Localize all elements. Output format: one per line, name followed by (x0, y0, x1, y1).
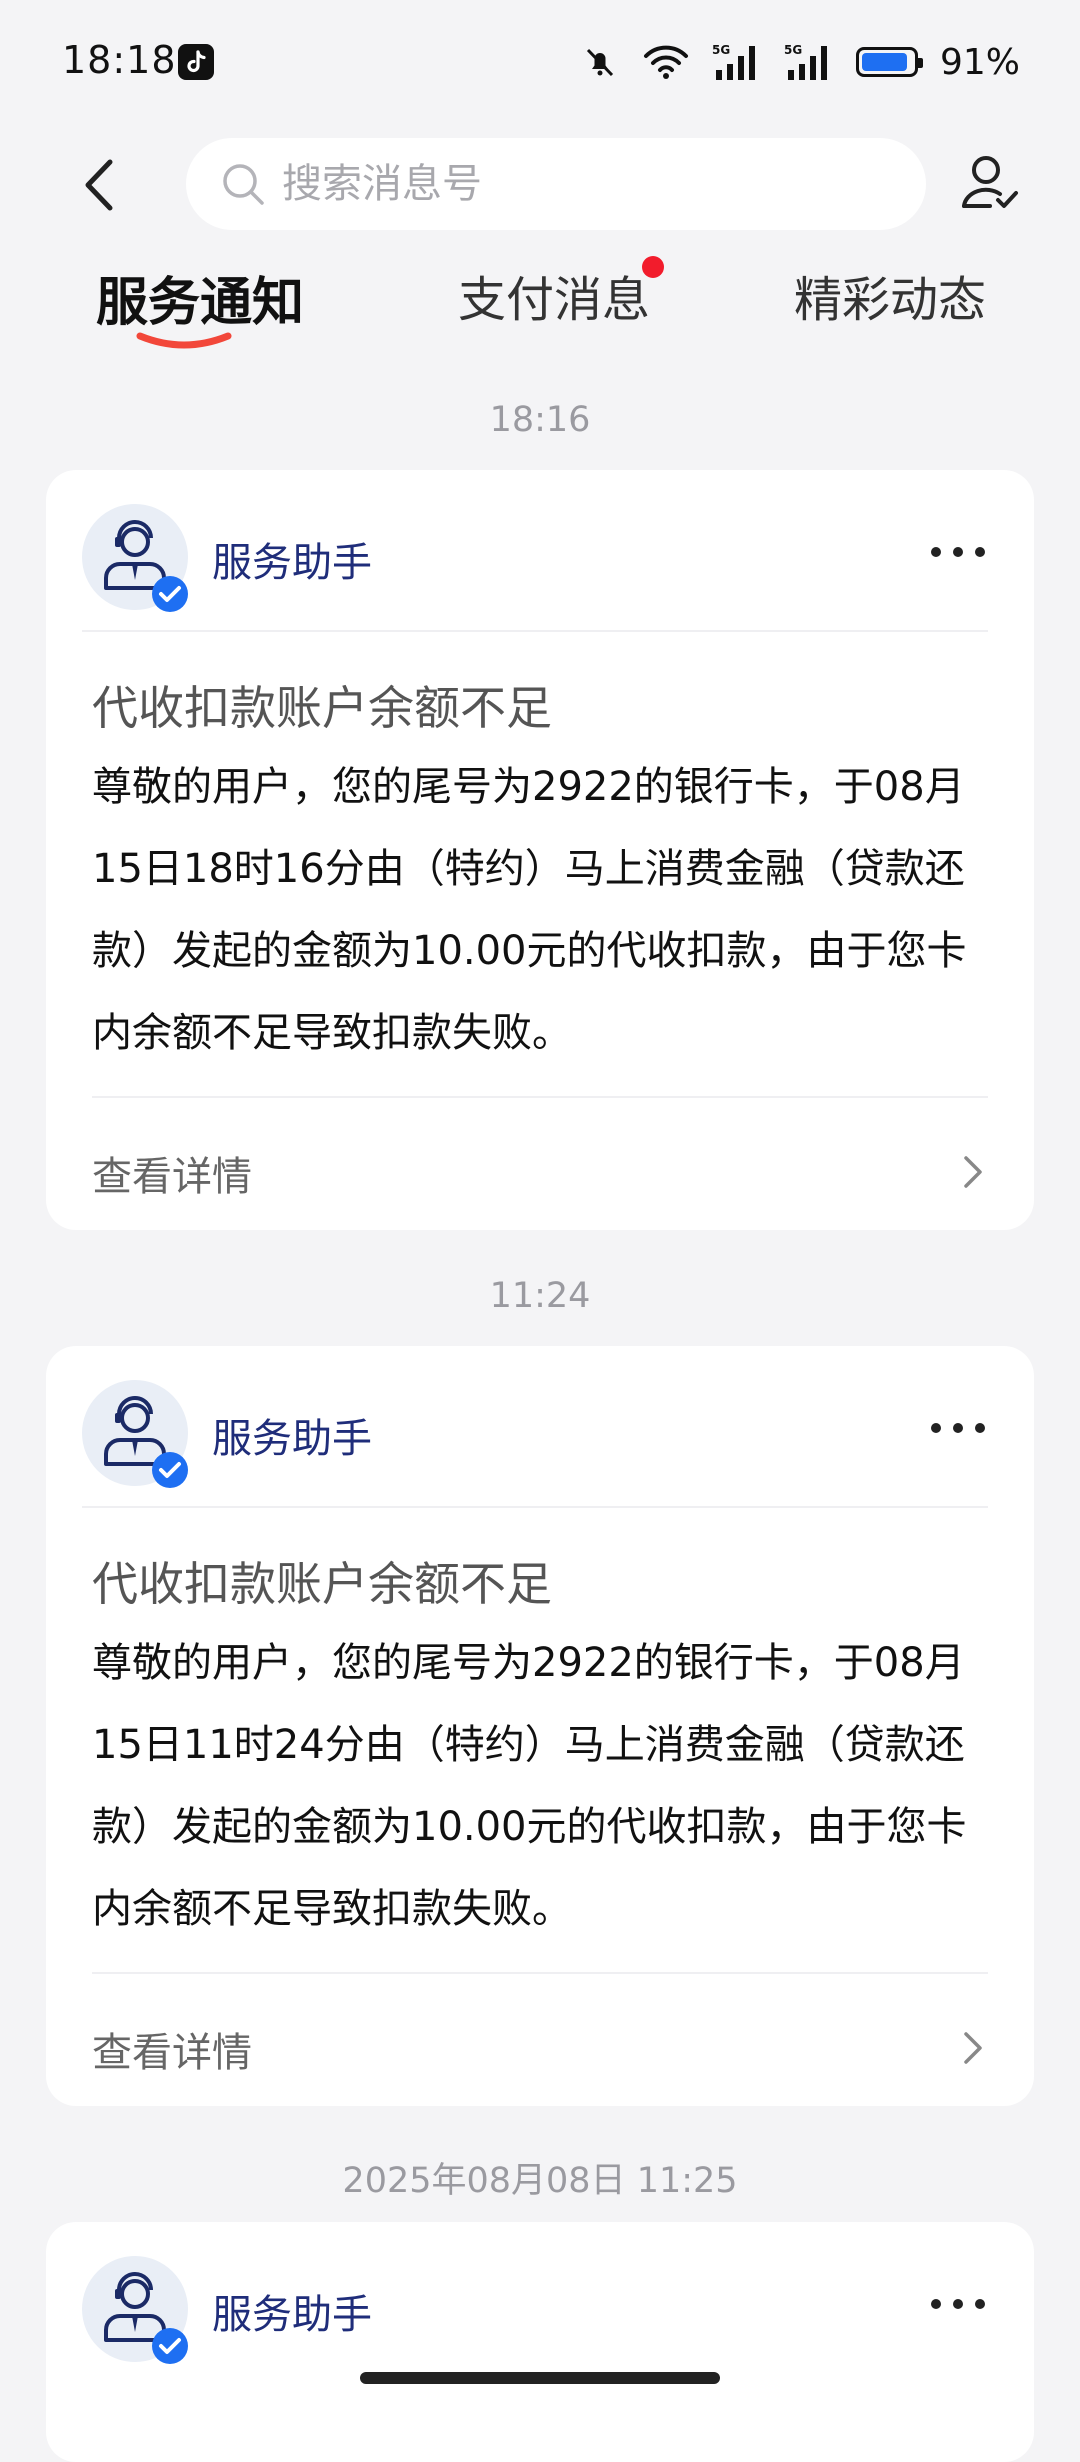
svg-text:5G: 5G (784, 43, 802, 57)
svg-text:5G: 5G (712, 43, 730, 57)
message-card[interactable]: 服务助手 (46, 2222, 1034, 2462)
active-tab-underline (136, 332, 232, 349)
view-details-row[interactable]: 查看详情 (92, 1096, 988, 1230)
card-body: 代收扣款账户余额不足 尊敬的用户，您的尾号为2922的银行卡，于08月15日11… (46, 1508, 1034, 1972)
tab-bar: 服务通知 支付消息 精彩动态 (0, 250, 1080, 360)
view-details-row[interactable]: 查看详情 (92, 1972, 988, 2106)
message-title: 代收扣款账户余额不足 (92, 1557, 552, 1611)
tab-highlights[interactable]: 精彩动态 (794, 260, 986, 330)
more-options-icon[interactable] (928, 2296, 988, 2312)
battery-icon (855, 47, 923, 77)
unread-dot (642, 256, 664, 278)
signal-5g-icon: 5G (712, 43, 755, 80)
status-bar: 18:18 5G 5G 91% (0, 0, 1080, 120)
message-card[interactable]: 服务助手 代收扣款账户余额不足 尊敬的用户，您的尾号为2922的银行卡，于08月… (46, 470, 1034, 1230)
tab-service-notice[interactable]: 服务通知 (96, 260, 305, 349)
tab-label: 支付消息 (458, 272, 651, 328)
verified-badge-icon (152, 2328, 188, 2364)
search-icon (223, 164, 264, 205)
back-button[interactable] (70, 150, 140, 220)
more-options-icon[interactable] (928, 544, 988, 560)
tab-payment-messages[interactable]: 支付消息 (458, 256, 664, 330)
card-header: 服务助手 (82, 470, 988, 632)
sender-name: 服务助手 (212, 1416, 372, 1462)
message-card[interactable]: 服务助手 代收扣款账户余额不足 尊敬的用户，您的尾号为2922的银行卡，于08月… (46, 1346, 1034, 2106)
message-timestamp: 11:24 (489, 1276, 591, 1316)
verified-badge-icon (152, 576, 188, 612)
search-input[interactable] (280, 160, 884, 208)
message-body: 尊敬的用户，您的尾号为2922的银行卡，于08月15日18时16分由（特约）马上… (92, 764, 967, 1056)
battery-percent: 91% (939, 41, 1020, 83)
tab-label: 服务通知 (96, 273, 305, 333)
battery-fill (861, 53, 908, 71)
view-details-label: 查看详情 (92, 1154, 252, 1200)
wifi-icon (643, 45, 688, 79)
message-timestamp: 18:16 (489, 400, 591, 440)
sender-name: 服务助手 (212, 540, 372, 586)
status-time: 18:18 (62, 38, 177, 82)
message-timestamp: 2025年08月08日 11:25 (342, 2161, 738, 2201)
search-box[interactable] (186, 138, 926, 230)
verified-badge-icon (152, 1452, 188, 1488)
home-indicator[interactable] (360, 2372, 720, 2384)
card-body: 代收扣款账户余额不足 尊敬的用户，您的尾号为2922的银行卡，于08月15日18… (46, 632, 1034, 1096)
card-header: 服务助手 (82, 2222, 988, 2382)
signal-5g-icon: 5G (784, 43, 827, 80)
user-settings-icon[interactable] (954, 148, 1024, 218)
sender-name: 服务助手 (212, 2292, 372, 2338)
status-right: 5G 5G 91% (580, 40, 1020, 84)
message-title: 代收扣款账户余额不足 (92, 681, 552, 735)
tiktok-icon (178, 44, 214, 80)
view-details-label: 查看详情 (92, 2030, 252, 2076)
chevron-right-icon (964, 2032, 982, 2064)
mute-bell-icon (586, 48, 614, 77)
chevron-right-icon (964, 1156, 982, 1188)
tab-label: 精彩动态 (794, 272, 987, 328)
card-header: 服务助手 (82, 1346, 988, 1508)
header (0, 130, 1080, 240)
message-body: 尊敬的用户，您的尾号为2922的银行卡，于08月15日11时24分由（特约）马上… (92, 1640, 967, 1932)
more-options-icon[interactable] (928, 1420, 988, 1436)
